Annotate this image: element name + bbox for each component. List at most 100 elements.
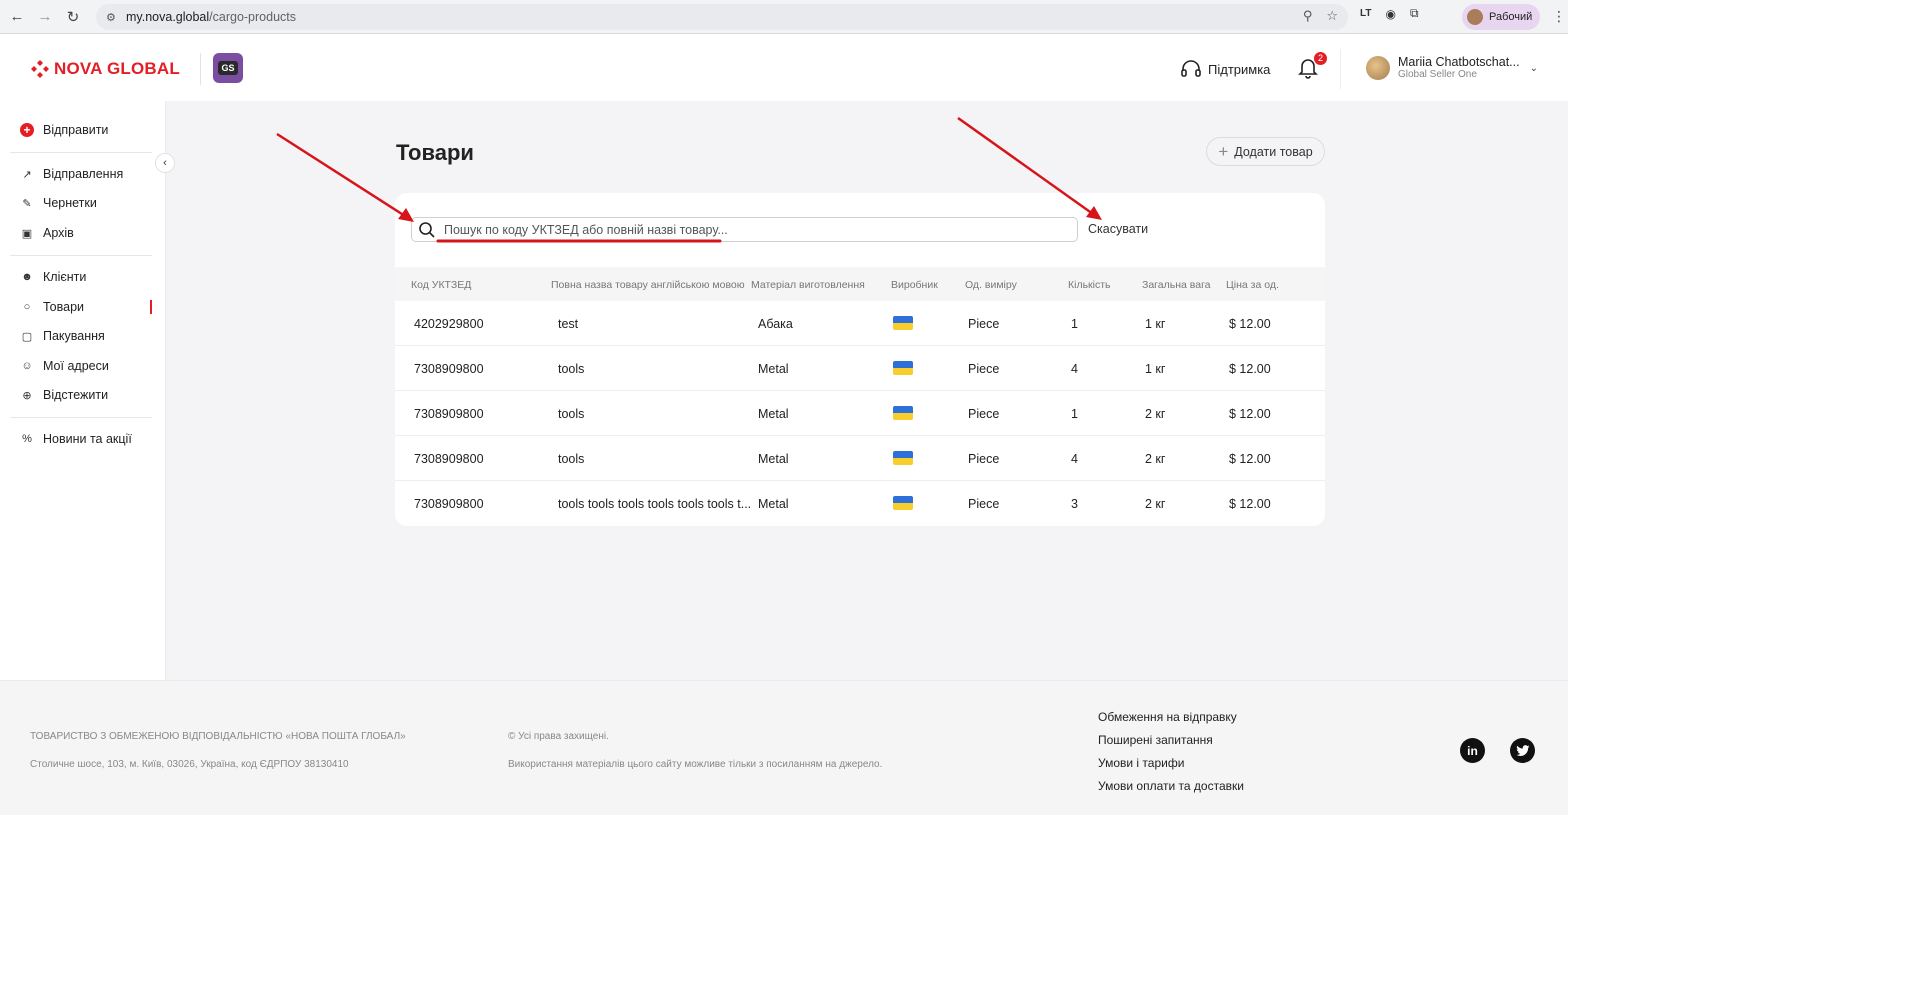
cell-unit: Piece [968,497,1000,511]
cell-unit: Piece [968,317,1000,331]
cell-price: $ 12.00 [1229,407,1271,421]
column-header-unit[interactable]: Од. виміру [965,279,1017,291]
chevron-down-icon[interactable]: ⌄ [1530,63,1538,74]
cell-code: 7308909800 [414,362,484,376]
products-card: Скасувати Код УКТЗЕД Повна назва товару … [395,193,1325,526]
sidebar-item-label: Пакування [43,329,105,343]
sidebar-item-label: Клієнти [43,270,87,284]
active-indicator [150,300,152,314]
user-menu[interactable]: Mariia Chatbotschat... Global Seller One… [1366,55,1538,81]
cancel-search-button[interactable]: Скасувати [1088,222,1148,236]
cell-material: Абака [758,317,793,331]
sidebar-item-label: Відправлення [43,167,124,181]
extensions-icon[interactable]: ⧉ [1410,6,1419,21]
cell-name: tools [558,452,585,466]
logo-text: NOVA GLOBAL [54,59,180,78]
sidebar-item-clients[interactable]: ☻ Клієнти [20,267,86,287]
column-header-price[interactable]: Ціна за од. [1226,279,1279,291]
user-pin-icon: ☺ [21,360,33,372]
add-product-button[interactable]: + Додати товар [1206,137,1325,166]
footer-company: ТОВАРИСТВО З ОБМЕЖЕНОЮ ВІДПОВІДАЛЬНІСТЮ … [30,731,406,742]
profile-label: Рабочий [1489,11,1533,23]
reload-icon[interactable]: ↻ [62,6,84,28]
sidebar-item-drafts[interactable]: ✎ Чернетки [20,193,96,213]
sidebar-collapse-button[interactable]: ‹ [155,153,175,173]
star-icon[interactable]: ☆ [1326,8,1338,24]
sidebar-item-label: Мої адреси [43,359,109,373]
sidebar-item-products[interactable]: ○ Товари [20,297,84,317]
sidebar-item-label: Відправити [43,123,109,137]
key-icon[interactable]: ⚲ [1303,8,1313,24]
column-header-quantity[interactable]: Кількість [1068,279,1111,291]
ukraine-flag-icon [893,406,913,420]
edit-icon: ✎ [22,197,32,210]
address-bar[interactable]: ⚙ my.nova.global/cargo-products ⚲ ☆ [96,4,1348,30]
browser-menu-icon[interactable]: ⋮ [1552,9,1566,23]
sidebar-item-shipments[interactable]: ↗ Відправлення [20,164,123,184]
column-header-material[interactable]: Матеріал виготовлення [751,279,865,291]
cell-quantity: 1 [1071,317,1078,331]
cell-quantity: 4 [1071,362,1078,376]
nova-global-logo[interactable]: NOVA GLOBAL [30,59,180,79]
cell-unit: Piece [968,452,1000,466]
cell-name: test [558,317,579,331]
table-row[interactable]: 7308909800 tools Metal Piece 4 2 кг $ 12… [395,436,1325,481]
sidebar-item-label: Відстежити [43,388,109,402]
footer: ТОВАРИСТВО З ОБМЕЖЕНОЮ ВІДПОВІДАЛЬНІСТЮ … [0,680,1568,815]
cell-price: $ 12.00 [1229,362,1271,376]
gs-badge-text: GS [218,61,238,75]
cell-quantity: 4 [1071,452,1078,466]
footer-link-faq[interactable]: Поширені запитання [1098,733,1213,747]
users-icon: ☻ [21,271,33,283]
column-header-weight[interactable]: Загальна вага [1142,279,1211,291]
table-row[interactable]: 4202929800 test Абака Piece 1 1 кг $ 12.… [395,301,1325,346]
cell-material: Metal [758,407,789,421]
table-row[interactable]: 7308909800 tools tools tools tools tools… [395,481,1325,526]
cell-weight: 1 кг [1145,317,1166,331]
box-icon: ▢ [21,330,33,343]
back-icon[interactable]: ← [6,6,28,28]
header-divider-right [1340,49,1341,89]
extension-lt-icon[interactable]: LT [1360,8,1371,19]
column-header-manufacturer[interactable]: Виробник [891,279,938,291]
nova-logo-icon [30,59,50,79]
footer-link-payment[interactable]: Умови оплати та доставки [1098,779,1244,793]
search-input[interactable] [444,222,1044,237]
column-header-name[interactable]: Повна назва товару англійською мовою [551,279,745,291]
linkedin-icon[interactable]: in [1460,738,1485,763]
gs-badge[interactable]: GS [213,53,243,83]
tag-icon: ○ [23,301,31,313]
sidebar-item-news[interactable]: % Новини та акції [20,429,132,449]
sidebar-item-label: Новини та акції [43,432,132,446]
profile-avatar [1467,9,1483,25]
cell-material: Metal [758,452,789,466]
search-icon [419,221,435,238]
search-field[interactable] [411,217,1078,242]
table-row[interactable]: 7308909800 tools Metal Piece 1 2 кг $ 12… [395,391,1325,436]
cell-code: 7308909800 [414,407,484,421]
sidebar: + Відправити ↗ Відправлення ✎ Чернетки ▣… [0,101,166,680]
cell-quantity: 1 [1071,407,1078,421]
twitter-icon[interactable] [1510,738,1535,763]
profile-chip[interactable]: Рабочий [1462,4,1540,30]
site-info-icon[interactable]: ⚙ [106,11,122,24]
column-header-code[interactable]: Код УКТЗЕД [411,279,471,291]
url-host: my.nova.global [126,10,210,24]
sidebar-item-label: Архів [43,226,74,240]
support-link[interactable]: Підтримка [1180,59,1270,79]
sidebar-item-track[interactable]: ⊕ Відстежити [20,385,108,405]
user-role: Global Seller One [1398,69,1477,80]
browser-toolbar: ← → ↻ ⚙ my.nova.global/cargo-products ⚲ … [0,0,1568,34]
forward-icon[interactable]: → [34,6,56,28]
sidebar-item-addresses[interactable]: ☺ Мої адреси [20,356,109,376]
sidebar-item-send[interactable]: + Відправити [20,120,108,140]
camera-icon[interactable]: ◉ [1385,7,1395,21]
sidebar-item-packaging[interactable]: ▢ Пакування [20,326,105,346]
table-row[interactable]: 7308909800 tools Metal Piece 4 1 кг $ 12… [395,346,1325,391]
footer-link-tariffs[interactable]: Умови і тарифи [1098,756,1184,770]
footer-usage: Використання матеріалів цього сайту можл… [508,759,883,770]
cell-price: $ 12.00 [1229,317,1271,331]
sidebar-item-archive[interactable]: ▣ Архів [20,223,74,243]
ukraine-flag-icon [893,316,913,330]
footer-link-restrictions[interactable]: Обмеження на відправку [1098,710,1237,724]
